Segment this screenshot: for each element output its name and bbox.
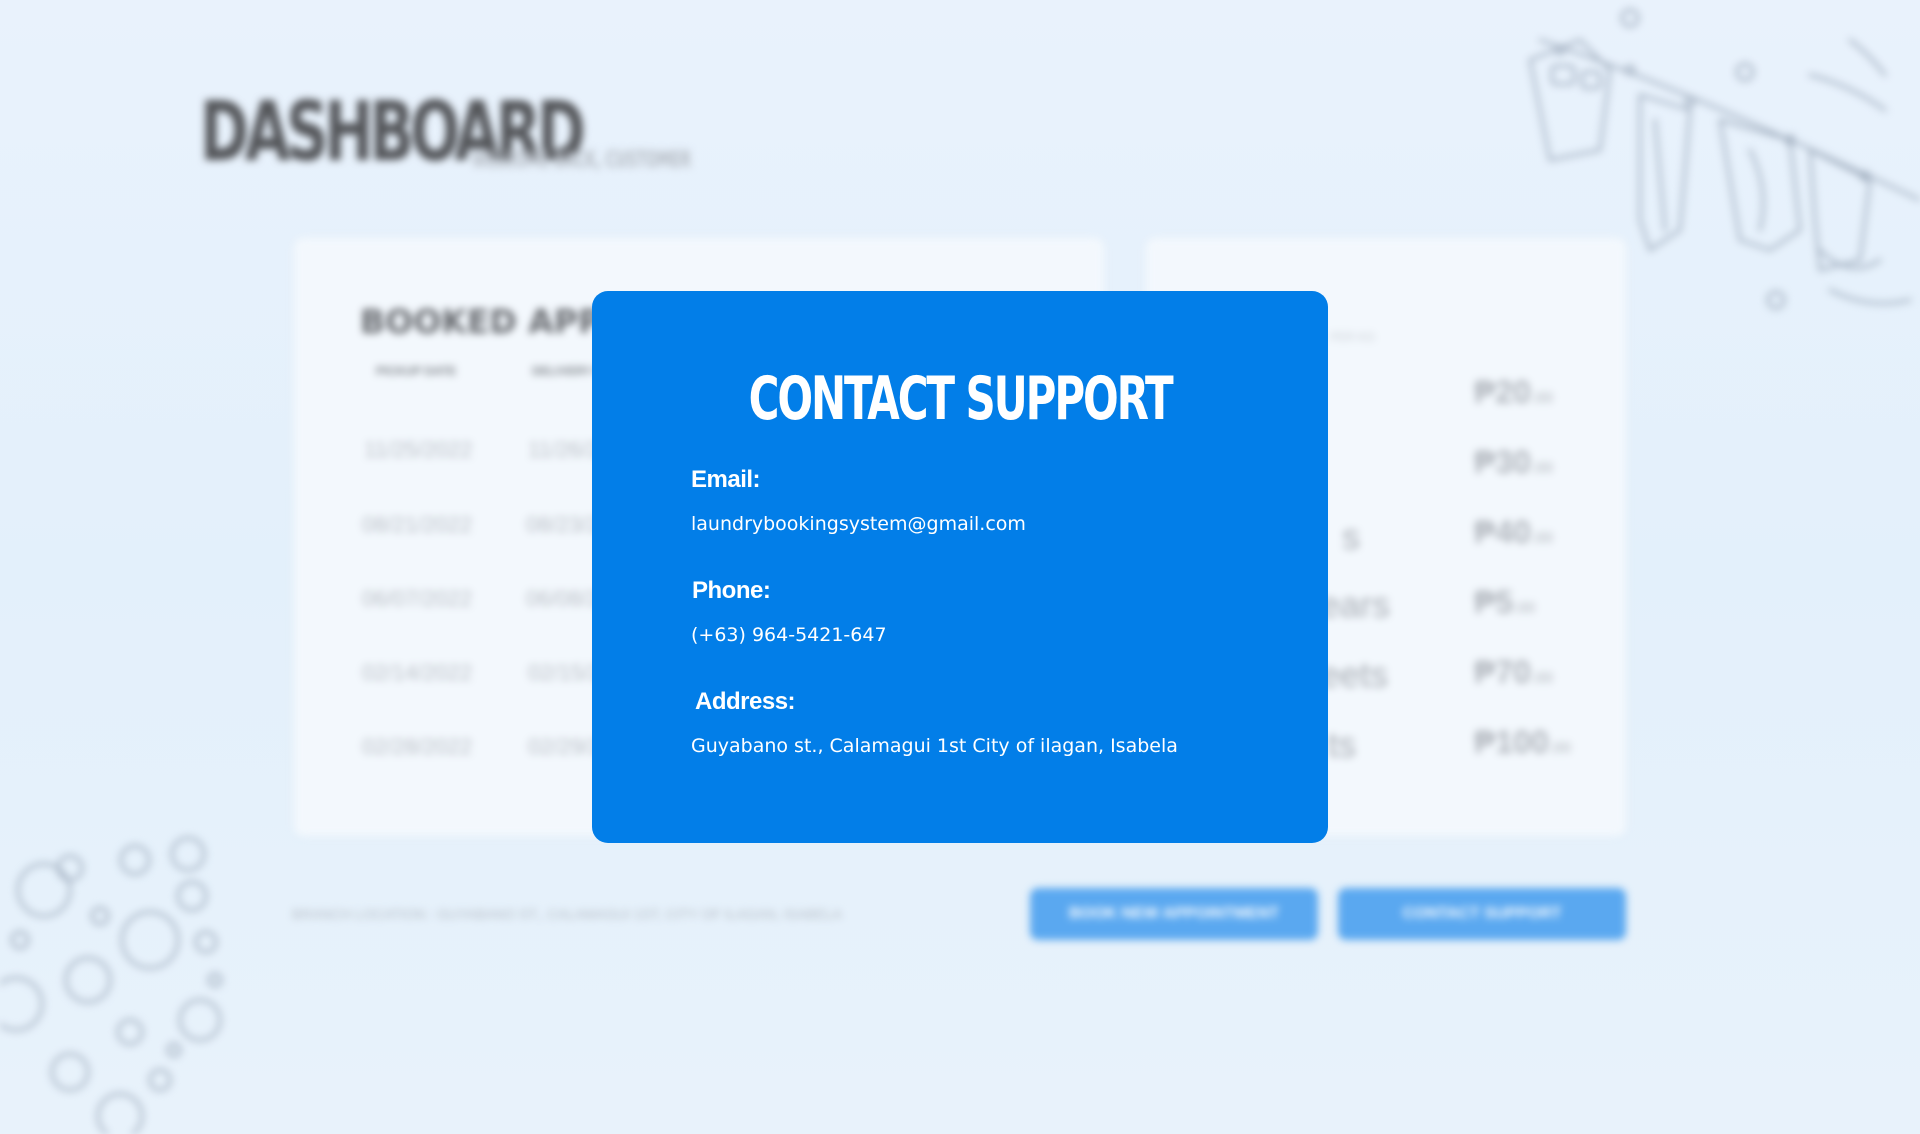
table-row-pickup: 02/28/2022 <box>362 734 473 759</box>
price-cents: .00 <box>1530 460 1554 477</box>
modal-title-text: CONTACT SUPPORT <box>748 364 1174 434</box>
book-new-appointment-button[interactable]: BOOK NEW APPOINTMENT <box>1030 888 1318 940</box>
price-cents: .00 <box>1530 390 1554 407</box>
price-item: ₱40.00 <box>1474 514 1553 551</box>
price-cents: .00 <box>1530 530 1554 547</box>
price-item: ₱100.00 <box>1474 724 1571 761</box>
email-value: laundrybookingsystem@gmail.com <box>691 513 1026 535</box>
table-row-pickup: 08/21/2022 <box>362 512 473 537</box>
price-item: ₱5.00 <box>1474 584 1535 621</box>
price-amount: ₱30 <box>1474 444 1531 480</box>
phone-value: (+63) 964-5421-647 <box>691 624 887 646</box>
service-name: ears <box>1320 584 1391 625</box>
table-row-pickup: 11/25/2022 <box>364 437 473 462</box>
service-name: eets <box>1320 654 1389 695</box>
price-amount: ₱40 <box>1474 514 1531 550</box>
welcome-subtitle: WELCOME BACK, CUSTOMER <box>472 148 691 173</box>
price-amount: ₱100 <box>1474 724 1549 760</box>
branch-location: BRANCH LOCATION : GUYABANO ST., CALAMAGU… <box>292 906 843 922</box>
table-row-pickup: 02/14/2022 <box>362 660 473 685</box>
price-item: ₱20.00 <box>1474 374 1553 411</box>
table-row-pickup: 06/07/2022 <box>362 586 473 611</box>
service-name: ts <box>1328 724 1357 765</box>
modal-title: CONTACT SUPPORT <box>592 369 1328 429</box>
address-label: Address: <box>695 688 796 715</box>
price-cents: .00 <box>1530 670 1554 687</box>
price-amount: ₱20 <box>1474 374 1531 410</box>
price-item: ₱30.00 <box>1474 444 1553 481</box>
pickup-date-header: PICKUP DATE <box>376 364 457 378</box>
price-cents: .00 <box>1513 600 1536 617</box>
price-amount: ₱5 <box>1474 584 1514 620</box>
contact-support-button[interactable]: CONTACT SUPPORT <box>1338 888 1626 940</box>
price-caption: PER KG <box>1330 330 1376 344</box>
email-label: Email: <box>691 466 761 493</box>
phone-label: Phone: <box>692 577 771 604</box>
service-name: s <box>1342 516 1360 557</box>
bubbles-doodle-icon <box>0 836 223 1134</box>
price-item: ₱70.00 <box>1474 654 1553 691</box>
price-cents: .00 <box>1548 740 1571 757</box>
price-amount: ₱70 <box>1474 654 1531 690</box>
laundry-line-doodle-icon <box>1528 8 1920 310</box>
address-value: Guyabano st., Calamagui 1st City of ilag… <box>691 735 1178 757</box>
contact-support-modal: CONTACT SUPPORT Email: laundrybookingsys… <box>592 291 1328 843</box>
